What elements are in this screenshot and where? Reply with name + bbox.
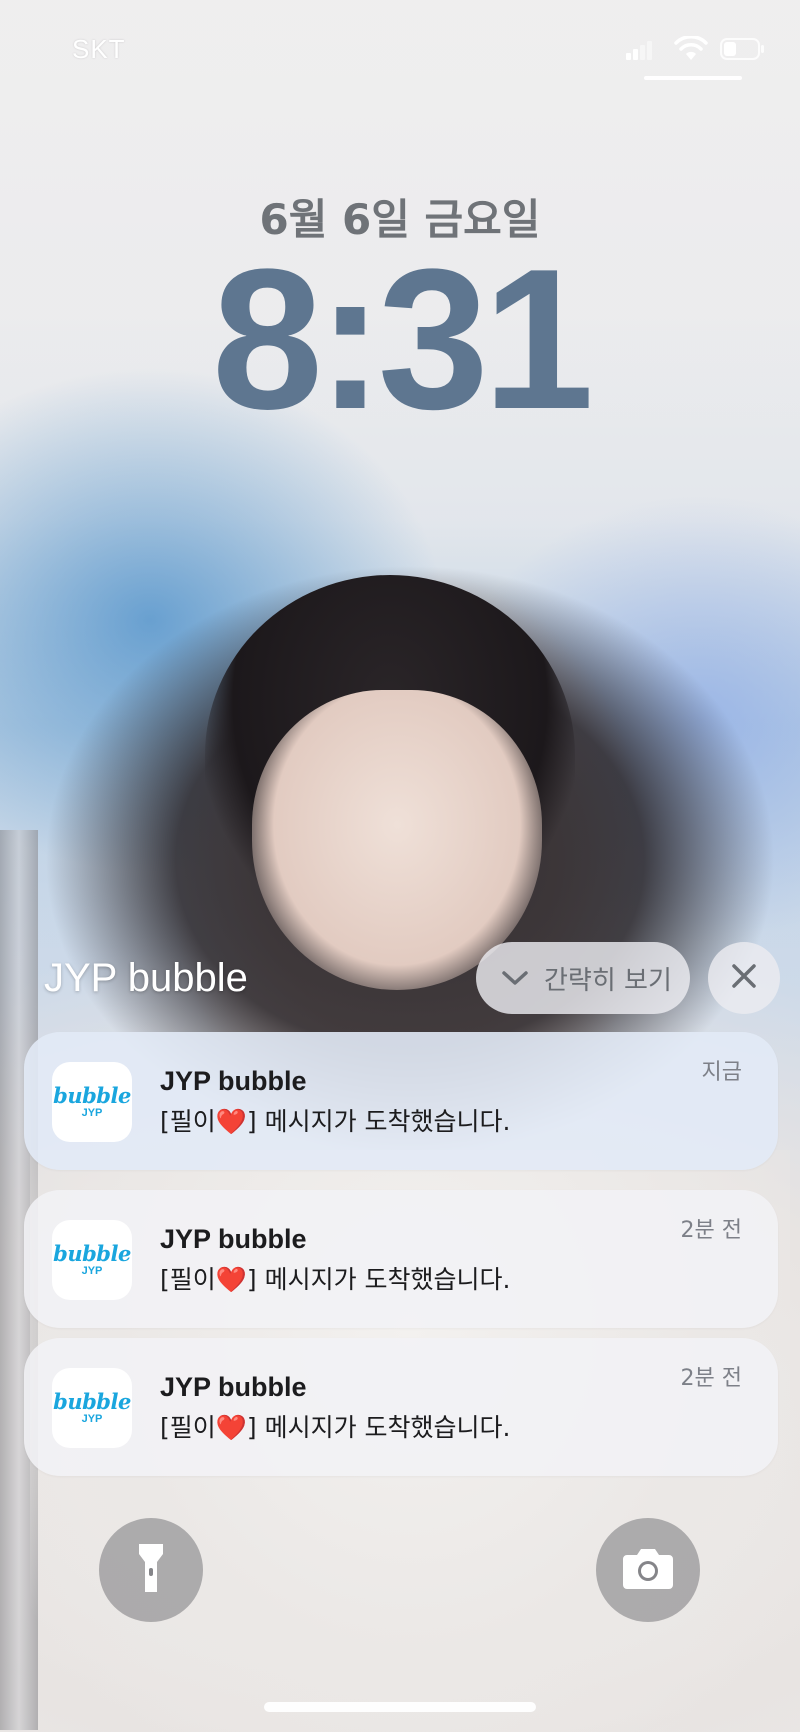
clear-notifications-button[interactable]	[708, 942, 780, 1014]
bubble-app-icon: bubble JYP	[52, 1062, 132, 1142]
lock-screen: SKT 6월 6일 금요일 8:31 JYP bubble 간략히 보기 bub…	[0, 0, 800, 1732]
app-icon-sub: JYP	[81, 1107, 103, 1119]
notification-title: JYP bubble	[160, 1372, 307, 1402]
notification-time: 지금	[701, 1060, 742, 1085]
app-icon-wordmark: bubble	[53, 1083, 131, 1108]
wifi-icon	[674, 35, 708, 66]
carrier-label: SKT	[72, 34, 126, 64]
notification-card[interactable]: bubble JYP JYP bubble [필이❤️] 메시지가 도착했습니다…	[24, 1338, 778, 1476]
control-center-indicator[interactable]	[644, 76, 742, 80]
bubble-app-icon: bubble JYP	[52, 1220, 132, 1300]
notification-title: JYP bubble	[160, 1066, 307, 1096]
app-icon-sub: JYP	[81, 1413, 103, 1425]
show-less-button[interactable]: 간략히 보기	[476, 942, 690, 1014]
notification-card[interactable]: bubble JYP JYP bubble [필이❤️] 메시지가 도착했습니다…	[24, 1190, 778, 1328]
battery-icon	[720, 38, 766, 64]
app-icon-wordmark: bubble	[53, 1389, 131, 1414]
notification-time: 2분 전	[680, 1366, 742, 1391]
app-icon-wordmark: bubble	[53, 1241, 131, 1266]
camera-icon	[621, 1547, 675, 1593]
chevron-down-icon	[500, 968, 530, 988]
notification-time: 2분 전	[680, 1218, 742, 1243]
notification-body: [필이❤️] 메시지가 도착했습니다.	[160, 1413, 511, 1442]
bubble-app-icon: bubble JYP	[52, 1368, 132, 1448]
notification-body: [필이❤️] 메시지가 도착했습니다.	[160, 1265, 511, 1294]
notification-title: JYP bubble	[160, 1224, 307, 1254]
status-bar: SKT	[0, 0, 800, 100]
wallpaper-hair	[205, 575, 575, 935]
show-less-label: 간략히 보기	[544, 965, 672, 996]
home-indicator[interactable]	[264, 1702, 536, 1712]
app-icon-sub: JYP	[81, 1265, 103, 1277]
flashlight-button[interactable]	[99, 1518, 203, 1622]
signal-icon	[626, 40, 654, 64]
flashlight-icon	[136, 1540, 166, 1600]
notification-body: [필이❤️] 메시지가 도착했습니다.	[160, 1107, 511, 1136]
notification-group-title: JYP bubble	[44, 956, 248, 1000]
notification-card[interactable]: bubble JYP JYP bubble [필이❤️] 메시지가 도착했습니다…	[24, 1032, 778, 1170]
camera-button[interactable]	[596, 1518, 700, 1622]
lock-time: 8:31	[211, 228, 594, 451]
close-icon	[730, 962, 758, 994]
